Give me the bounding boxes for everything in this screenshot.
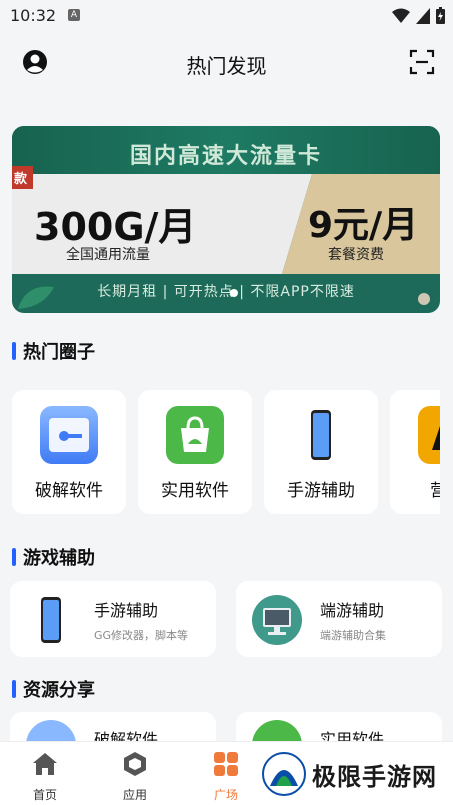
watermark-text: 极限手游网 (312, 762, 437, 791)
ball-decoration (418, 293, 430, 305)
battery-icon (436, 7, 445, 24)
circle-card-mobile[interactable]: 手游辅助 (264, 390, 378, 514)
phone-icon (311, 410, 331, 460)
card-pc-assist[interactable]: 端游辅助 端游辅助合集 (236, 581, 442, 657)
status-bar: 10:32 A (0, 0, 453, 32)
nav-label: 广场 (213, 788, 238, 802)
signal-icon (416, 7, 430, 24)
card-desc: GG修改器，脚本等 (94, 629, 189, 642)
nav-home[interactable]: 首页 (15, 750, 75, 803)
app-header: 热门发现 (0, 32, 453, 92)
notification-a-icon: A (68, 9, 80, 21)
watermark-logo-icon (262, 752, 306, 796)
grid-icon (214, 752, 238, 776)
nav-apps[interactable]: 应用 (105, 750, 165, 803)
status-time: 10:32 (10, 6, 57, 25)
section-hot-circles: 热门圈子 (12, 338, 95, 364)
app-icon (418, 406, 440, 464)
section-title-text: 热门圈子 (23, 342, 95, 363)
banner-features: 长期月租 | 可开热点 | 不限APP不限速 (97, 284, 355, 300)
banner-data-sub: 全国通用流量 (66, 247, 150, 263)
circle-card-utility[interactable]: 实用软件 (138, 390, 252, 514)
monitor-icon (252, 595, 302, 645)
system-icons (392, 7, 445, 24)
home-icon (33, 753, 57, 775)
circle-card-crack[interactable]: 破解软件 (12, 390, 126, 514)
banner-headline: 国内高速大流量卡 (129, 144, 322, 169)
scan-icon[interactable] (409, 49, 435, 75)
circle-label: 实用软件 (161, 481, 229, 501)
shopping-bag-icon (166, 406, 224, 464)
section-resource-share: 资源分享 (12, 676, 95, 702)
cube-icon (124, 752, 146, 776)
circles-carousel[interactable]: 破解软件 实用软件 手游辅助 营养 (12, 390, 440, 514)
banner-price-sub: 套餐资费 (328, 247, 384, 263)
page-title: 热门发现 (186, 54, 267, 78)
nav-label: 应用 (122, 788, 147, 802)
banner-price: 9元/月 (308, 205, 419, 246)
card-mobile-assist[interactable]: 手游辅助 GG修改器，脚本等 (10, 581, 216, 657)
site-watermark: 极限手游网 (262, 752, 437, 796)
nav-square[interactable]: 广场 (196, 750, 256, 803)
circle-label: 营养 (430, 481, 440, 501)
wifi-icon (392, 8, 410, 23)
circle-card-nutrition[interactable]: 营养 (390, 390, 440, 514)
nav-label: 首页 (32, 788, 57, 802)
promo-banner[interactable]: 国内高速大流量卡 款 300G/月 全国通用流量 9元/月 套餐资费 长期月租 … (12, 126, 440, 313)
banner-tag: 款 (12, 166, 34, 189)
circle-label: 破解软件 (35, 481, 103, 501)
section-title-text: 游戏辅助 (23, 548, 95, 569)
banner-data-amount: 300G/月 (34, 205, 197, 249)
card-title: 手游辅助 (94, 601, 159, 620)
folder-key-icon (40, 406, 98, 464)
phone-icon (41, 597, 61, 643)
card-desc: 端游辅助合集 (320, 629, 386, 642)
section-title-text: 资源分享 (23, 680, 95, 701)
section-game-assist: 游戏辅助 (12, 544, 95, 570)
carousel-indicator[interactable] (230, 289, 238, 297)
circle-label: 手游辅助 (287, 481, 355, 501)
card-title: 端游辅助 (320, 601, 385, 620)
